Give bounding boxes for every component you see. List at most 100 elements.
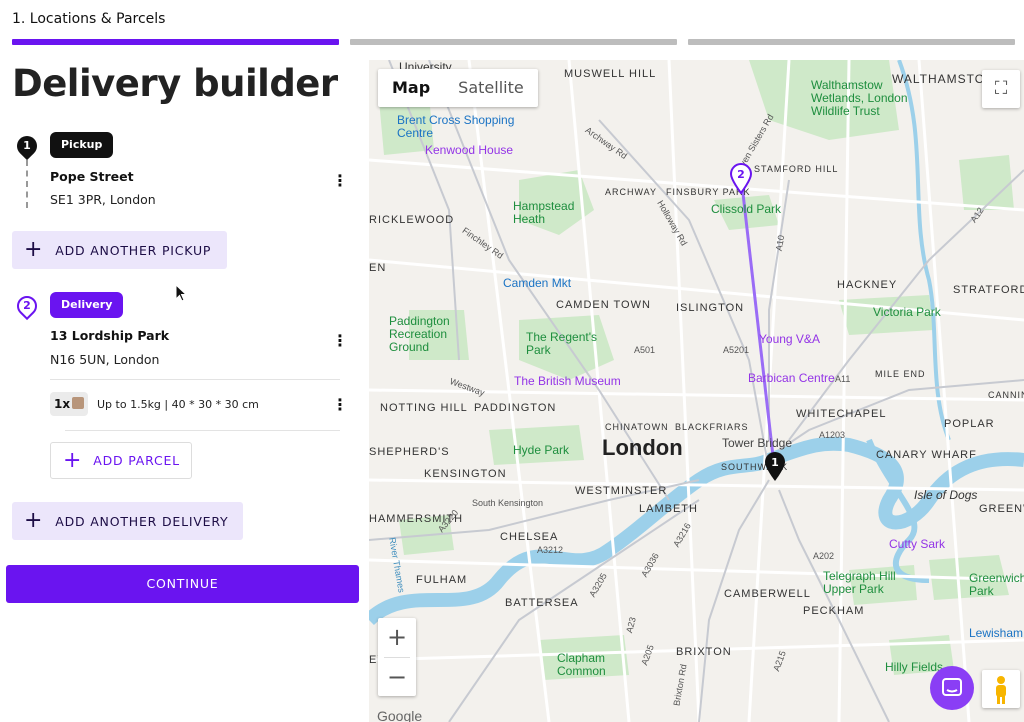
pickup-marker-icon: 1: [12, 131, 42, 161]
map-type-satellite-button[interactable]: Satellite: [444, 69, 538, 107]
street-view-button[interactable]: [982, 670, 1020, 708]
continue-button[interactable]: CONTINUE: [6, 565, 359, 603]
chat-icon: [942, 678, 962, 696]
delivery-more-icon[interactable]: ⋮: [332, 331, 348, 351]
pickup-map-marker-icon[interactable]: 1: [763, 450, 787, 482]
add-delivery-button[interactable]: + ADD ANOTHER DELIVERY: [12, 502, 243, 540]
map-label: MILE END: [875, 369, 926, 379]
divider: [65, 430, 340, 431]
poi-label: Barbican Centre: [748, 371, 835, 385]
pickup-more-icon[interactable]: ⋮: [332, 171, 348, 191]
plus-icon: +: [63, 447, 83, 473]
map-label: Isle of Dogs: [914, 488, 978, 502]
progress-step-3: [688, 39, 1015, 45]
poi-label: Clapham Common: [557, 651, 606, 678]
route-connector: [26, 160, 28, 208]
delivery-address-line2: N16 5UN, London: [50, 352, 160, 367]
poi-label: Walthamstow Wetlands, London Wildlife Tr…: [811, 78, 908, 118]
poi-label: Young V&A: [759, 332, 820, 346]
map-label: MUSWELL HILL: [564, 68, 657, 80]
poi-label: South Kensington: [472, 498, 544, 508]
pickup-badge: Pickup: [50, 132, 114, 158]
add-parcel-label: ADD PARCEL: [93, 453, 180, 468]
map-type-map-button[interactable]: Map: [378, 69, 444, 107]
road-label: A202: [813, 551, 835, 561]
progress-step-2: [350, 39, 677, 45]
map-label: RICKLEWOOD: [369, 214, 455, 226]
road-label: A3212: [537, 545, 564, 555]
step-title: 1. Locations & Parcels: [12, 11, 166, 27]
map-label: CANNING: [988, 390, 1024, 400]
poi-label: Kenwood House: [425, 143, 514, 157]
map[interactable]: MUSWELL HILL WALTHAMSTOW ARCHWAY FINSBUR…: [369, 60, 1024, 722]
fullscreen-icon[interactable]: ⛶: [982, 70, 1020, 108]
road-label: A1203: [819, 430, 846, 440]
poi-label: Camden Mkt: [503, 276, 572, 290]
svg-text:1: 1: [771, 456, 779, 469]
add-pickup-label: ADD ANOTHER PICKUP: [55, 242, 212, 258]
poi-label: The Regent's Park: [526, 330, 597, 357]
map-label: CAMBERWELL: [724, 588, 811, 600]
delivery-address-line1: 13 Lordship Park: [50, 328, 170, 343]
map-label: BATTERSEA: [505, 597, 579, 609]
map-label: KENSINGTON: [424, 468, 507, 480]
poi-label: Lewisham Shopping: [969, 626, 1024, 640]
poi-label: Greenwich Park: [969, 571, 1024, 598]
map-label: ISLINGTON: [676, 302, 745, 314]
map-label: CHINATOWN: [605, 422, 669, 432]
mouse-cursor-icon: [175, 284, 188, 302]
map-label: EN: [369, 262, 387, 274]
map-label: ARCHWAY: [605, 187, 657, 197]
map-label: LAMBETH: [639, 503, 698, 515]
poi-label: Cutty Sark: [889, 537, 946, 551]
google-attribution: Google: [377, 708, 423, 722]
divider: [50, 379, 340, 380]
zoom-in-button[interactable]: +: [378, 618, 416, 657]
poi-label: Brent Cross Shopping Centre: [397, 113, 515, 140]
poi-label: Victoria Park: [873, 305, 941, 319]
map-label: HACKNEY: [837, 279, 898, 291]
poi-label: Hampstead Heath: [513, 199, 575, 226]
delivery-marker-icon: 2: [12, 291, 42, 321]
poi-label: Telegraph Hill Upper Park: [823, 569, 896, 596]
map-type-control: Map Satellite: [378, 69, 538, 107]
map-label: PADDINGTON: [474, 402, 557, 414]
poi-label: Clissold Park: [711, 202, 782, 216]
poi-label: The British Museum: [514, 374, 621, 388]
map-label: BLACKFRIARS: [675, 422, 749, 432]
add-parcel-button[interactable]: + ADD PARCEL: [50, 442, 192, 479]
add-delivery-label: ADD ANOTHER DELIVERY: [55, 513, 229, 529]
map-label: NOTTING HILL: [380, 402, 468, 414]
plus-icon: +: [24, 237, 44, 262]
zoom-out-button[interactable]: −: [378, 658, 416, 697]
parcel-more-icon[interactable]: ⋮: [332, 395, 348, 415]
chat-button[interactable]: [930, 666, 974, 710]
svg-text:2: 2: [737, 168, 745, 181]
pegman-icon: [996, 676, 1006, 704]
map-label: POPLAR: [944, 418, 995, 430]
delivery-map-marker-icon[interactable]: 2: [729, 162, 753, 194]
map-label: WESTMINSTER: [575, 485, 668, 497]
parcel-box-icon: [72, 397, 85, 409]
pickup-address-line2: SE1 3PR, London: [50, 192, 156, 207]
map-label: STRATFORD: [953, 284, 1024, 296]
map-label: WHITECHAPEL: [796, 408, 887, 420]
map-label: SHEPHERD'S: [369, 446, 450, 458]
road-label: A5201: [723, 345, 750, 355]
map-label: FULHAM: [416, 574, 468, 586]
parcel-quantity: 1x: [50, 392, 88, 416]
map-label: CHELSEA: [500, 531, 559, 543]
progress-step-1: [12, 39, 339, 45]
zoom-control: + −: [378, 618, 416, 696]
poi-label: Paddington Recreation Ground: [389, 314, 450, 354]
parcel-description: Up to 1.5kg | 40 * 30 * 30 cm: [97, 398, 259, 411]
map-label: CAMDEN TOWN: [556, 299, 651, 311]
map-label: BRIXTON: [676, 646, 732, 658]
plus-icon: +: [24, 508, 44, 533]
poi-label: Tower Bridge: [722, 436, 793, 450]
page-title: Delivery builder: [12, 62, 338, 105]
map-label: GREENW: [979, 503, 1024, 515]
map-label: CANARY WHARF: [876, 449, 977, 461]
poi-label: Hyde Park: [513, 443, 570, 457]
add-pickup-button[interactable]: + ADD ANOTHER PICKUP: [12, 231, 227, 269]
